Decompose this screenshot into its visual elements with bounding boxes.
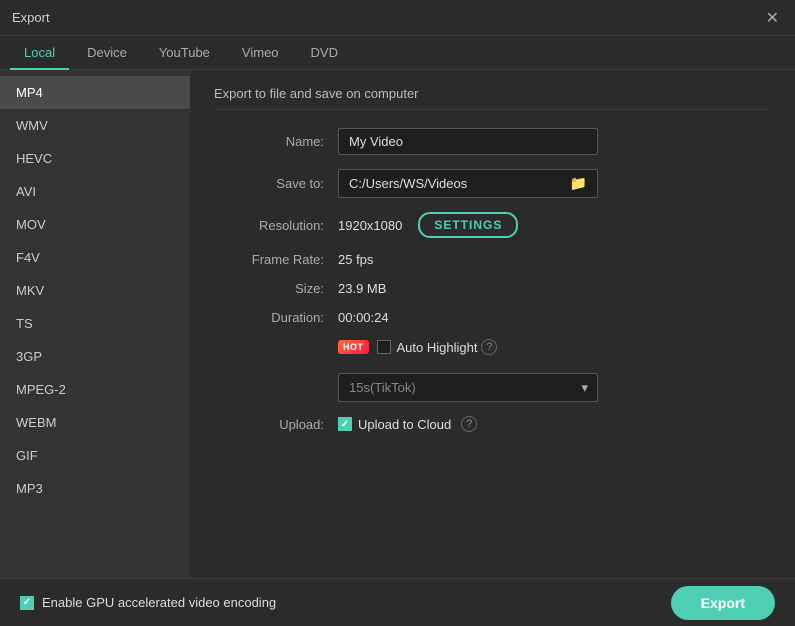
resolution-label: Resolution: — [214, 218, 324, 233]
sidebar-item-webm[interactable]: WEBM — [0, 406, 190, 439]
auto-highlight-label: Auto Highlight — [397, 340, 478, 355]
settings-button[interactable]: SETTINGS — [418, 212, 518, 238]
tiktok-dropdown[interactable]: 15s(TikTok) 30s(Instagram) 60s(YouTube) — [338, 373, 598, 402]
duration-value: 00:00:24 — [338, 310, 389, 325]
auto-highlight-container: HOT Auto Highlight ? — [338, 339, 497, 355]
upload-to-cloud-label: Upload to Cloud — [358, 417, 451, 432]
sidebar-item-avi[interactable]: AVI — [0, 175, 190, 208]
upload-row: Upload: Upload to Cloud ? — [214, 416, 771, 432]
content-area: MP4 WMV HEVC AVI MOV F4V MKV TS 3GP MPEG… — [0, 70, 795, 578]
duration-label: Duration: — [214, 310, 324, 325]
gpu-row: Enable GPU accelerated video encoding — [20, 595, 276, 610]
tabs-bar: Local Device YouTube Vimeo DVD — [0, 36, 795, 70]
auto-highlight-checkbox[interactable] — [377, 340, 391, 354]
tab-device[interactable]: Device — [73, 37, 141, 70]
upload-help-icon[interactable]: ? — [461, 416, 477, 432]
close-button[interactable]: ✕ — [762, 6, 783, 30]
panel-title: Export to file and save on computer — [214, 86, 771, 110]
size-label: Size: — [214, 281, 324, 296]
sidebar-item-wmv[interactable]: WMV — [0, 109, 190, 142]
tab-vimeo[interactable]: Vimeo — [228, 37, 293, 70]
sidebar-item-ts[interactable]: TS — [0, 307, 190, 340]
save-to-label: Save to: — [214, 176, 324, 191]
duration-row: Duration: 00:00:24 — [214, 310, 771, 325]
sidebar-item-mov[interactable]: MOV — [0, 208, 190, 241]
save-path-text: C:/Users/WS/Videos — [349, 176, 564, 191]
save-path-container[interactable]: C:/Users/WS/Videos 📁 — [338, 169, 598, 198]
window-title: Export — [12, 10, 50, 25]
auto-highlight-help-icon[interactable]: ? — [481, 339, 497, 355]
format-sidebar: MP4 WMV HEVC AVI MOV F4V MKV TS 3GP MPEG… — [0, 70, 190, 578]
sidebar-item-mp4[interactable]: MP4 — [0, 76, 190, 109]
frame-rate-value: 25 fps — [338, 252, 373, 267]
main-panel: Export to file and save on computer Name… — [190, 70, 795, 578]
gpu-checkbox[interactable] — [20, 596, 34, 610]
title-bar: Export ✕ — [0, 0, 795, 36]
sidebar-item-3gp[interactable]: 3GP — [0, 340, 190, 373]
name-row: Name: — [214, 128, 771, 155]
frame-rate-label: Frame Rate: — [214, 252, 324, 267]
tab-youtube[interactable]: YouTube — [145, 37, 224, 70]
upload-checkbox-container: Upload to Cloud ? — [338, 416, 477, 432]
gpu-label: Enable GPU accelerated video encoding — [42, 595, 276, 610]
frame-rate-row: Frame Rate: 25 fps — [214, 252, 771, 267]
bottom-bar: Enable GPU accelerated video encoding Ex… — [0, 578, 795, 626]
save-to-row: Save to: C:/Users/WS/Videos 📁 — [214, 169, 771, 198]
tab-local[interactable]: Local — [10, 37, 69, 70]
sidebar-item-gif[interactable]: GIF — [0, 439, 190, 472]
sidebar-item-hevc[interactable]: HEVC — [0, 142, 190, 175]
tiktok-dropdown-row: 15s(TikTok) 30s(Instagram) 60s(YouTube) … — [214, 369, 771, 402]
hot-badge: HOT — [338, 340, 369, 354]
auto-highlight-row: HOT Auto Highlight ? — [214, 339, 771, 355]
tab-dvd[interactable]: DVD — [297, 37, 352, 70]
size-value: 23.9 MB — [338, 281, 386, 296]
sidebar-item-mkv[interactable]: MKV — [0, 274, 190, 307]
folder-icon[interactable]: 📁 — [570, 175, 587, 192]
resolution-row: Resolution: 1920x1080 SETTINGS — [214, 212, 771, 238]
name-input[interactable] — [338, 128, 598, 155]
sidebar-item-mpeg2[interactable]: MPEG-2 — [0, 373, 190, 406]
export-window: Export ✕ Local Device YouTube Vimeo DVD … — [0, 0, 795, 626]
sidebar-item-f4v[interactable]: F4V — [0, 241, 190, 274]
sidebar-item-mp3[interactable]: MP3 — [0, 472, 190, 505]
tiktok-dropdown-container: 15s(TikTok) 30s(Instagram) 60s(YouTube) … — [338, 373, 598, 402]
upload-to-cloud-checkbox[interactable] — [338, 417, 352, 431]
name-label: Name: — [214, 134, 324, 149]
export-button[interactable]: Export — [671, 586, 775, 620]
resolution-value: 1920x1080 — [338, 218, 402, 233]
upload-label: Upload: — [214, 417, 324, 432]
size-row: Size: 23.9 MB — [214, 281, 771, 296]
